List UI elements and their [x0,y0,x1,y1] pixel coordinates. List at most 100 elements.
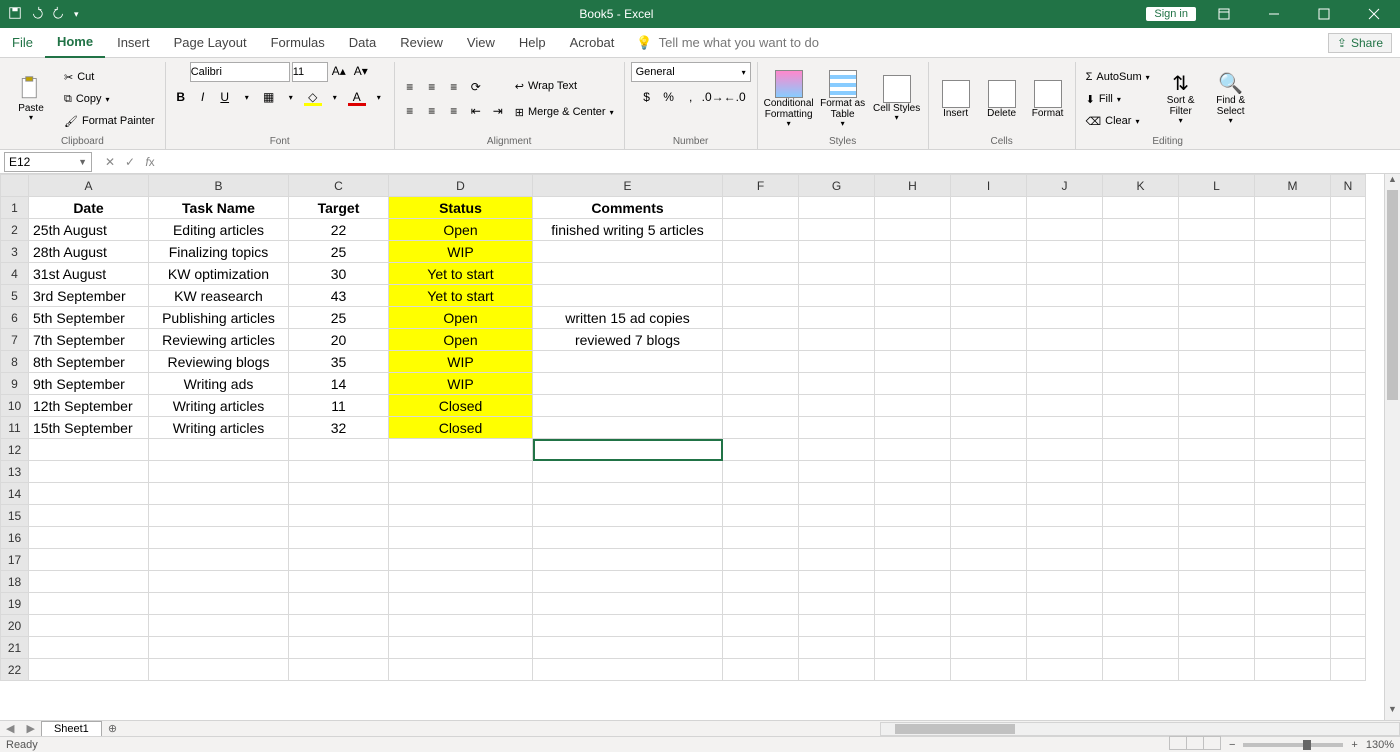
cell-A7[interactable]: 7th September [29,329,149,351]
cell-H19[interactable] [875,593,951,615]
align-top-icon[interactable]: ≡ [401,78,419,96]
col-header-B[interactable]: B [149,175,289,197]
cell-H9[interactable] [875,373,951,395]
cell-G15[interactable] [799,505,875,527]
cell-N9[interactable] [1331,373,1366,395]
cell-M1[interactable] [1255,197,1331,219]
fill-button[interactable]: ⬇Fill▾ [1082,89,1154,109]
cell-C22[interactable] [289,659,389,681]
row-header-8[interactable]: 8 [1,351,29,373]
row-header-10[interactable]: 10 [1,395,29,417]
col-header-N[interactable]: N [1331,175,1366,197]
cell-I9[interactable] [951,373,1027,395]
cell-G21[interactable] [799,637,875,659]
cell-H8[interactable] [875,351,951,373]
cell-B15[interactable] [149,505,289,527]
cell-E22[interactable] [533,659,723,681]
cell-F21[interactable] [723,637,799,659]
cell-L5[interactable] [1179,285,1255,307]
cell-D22[interactable] [389,659,533,681]
cell-G6[interactable] [799,307,875,329]
row-header-7[interactable]: 7 [1,329,29,351]
row-header-19[interactable]: 19 [1,593,29,615]
zoom-thumb[interactable] [1303,740,1311,750]
cell-B8[interactable]: Reviewing blogs [149,351,289,373]
cell-J17[interactable] [1027,549,1103,571]
cell-G19[interactable] [799,593,875,615]
tab-pagelayout[interactable]: Page Layout [162,28,259,58]
cell-C6[interactable]: 25 [289,307,389,329]
cell-G18[interactable] [799,571,875,593]
view-buttons[interactable] [1170,736,1221,753]
cell-M5[interactable] [1255,285,1331,307]
cell-K15[interactable] [1103,505,1179,527]
pagelayout-view-icon[interactable] [1186,736,1204,750]
cell-A4[interactable]: 31st August [29,263,149,285]
cell-C7[interactable]: 20 [289,329,389,351]
cell-J16[interactable] [1027,527,1103,549]
cell-L17[interactable] [1179,549,1255,571]
save-icon[interactable] [8,6,22,23]
cell-M11[interactable] [1255,417,1331,439]
horizontal-scrollbar[interactable] [880,722,1400,736]
cell-M6[interactable] [1255,307,1331,329]
cell-C19[interactable] [289,593,389,615]
cell-H5[interactable] [875,285,951,307]
cell-H14[interactable] [875,483,951,505]
cell-G2[interactable] [799,219,875,241]
comma-icon[interactable]: , [682,88,700,106]
inc-decimal-icon[interactable]: .0→ [704,88,722,106]
cell-I8[interactable] [951,351,1027,373]
cell-C1[interactable]: Target [289,197,389,219]
cell-M15[interactable] [1255,505,1331,527]
cell-C12[interactable] [289,439,389,461]
cell-H22[interactable] [875,659,951,681]
delete-cells-button[interactable]: Delete [981,64,1023,134]
col-header-L[interactable]: L [1179,175,1255,197]
sheet-nav-next-icon[interactable]: ▶ [20,722,40,735]
cell-B12[interactable] [149,439,289,461]
cell-A6[interactable]: 5th September [29,307,149,329]
cell-N11[interactable] [1331,417,1366,439]
cell-H17[interactable] [875,549,951,571]
cell-A8[interactable]: 8th September [29,351,149,373]
cell-D8[interactable]: WIP [389,351,533,373]
cell-E2[interactable]: finished writing 5 articles [533,219,723,241]
cell-K4[interactable] [1103,263,1179,285]
cell-C17[interactable] [289,549,389,571]
cell-F4[interactable] [723,263,799,285]
cell-H10[interactable] [875,395,951,417]
cell-F3[interactable] [723,241,799,263]
row-header-2[interactable]: 2 [1,219,29,241]
cell-K1[interactable] [1103,197,1179,219]
cell-M13[interactable] [1255,461,1331,483]
row-header-13[interactable]: 13 [1,461,29,483]
close-button[interactable] [1352,0,1396,28]
cell-A9[interactable]: 9th September [29,373,149,395]
format-as-table-button[interactable]: Format as Table▾ [818,64,868,134]
select-all-corner[interactable] [1,175,29,197]
zoom-slider[interactable] [1243,743,1343,747]
cell-B3[interactable]: Finalizing topics [149,241,289,263]
cell-L3[interactable] [1179,241,1255,263]
cell-D4[interactable]: Yet to start [389,263,533,285]
cell-H6[interactable] [875,307,951,329]
cell-N3[interactable] [1331,241,1366,263]
cell-I13[interactable] [951,461,1027,483]
col-header-C[interactable]: C [289,175,389,197]
sheet-nav-prev-icon[interactable]: ◀ [0,722,20,735]
cell-J12[interactable] [1027,439,1103,461]
cell-D16[interactable] [389,527,533,549]
share-button[interactable]: ⇪ Share [1328,33,1392,53]
cell-D7[interactable]: Open [389,329,533,351]
cell-J9[interactable] [1027,373,1103,395]
fontcolor-dropdown-icon[interactable]: ▾ [370,88,388,106]
cell-L2[interactable] [1179,219,1255,241]
cell-H15[interactable] [875,505,951,527]
zoom-in-button[interactable]: + [1351,739,1357,751]
cell-F18[interactable] [723,571,799,593]
cell-L10[interactable] [1179,395,1255,417]
cell-N14[interactable] [1331,483,1366,505]
row-header-14[interactable]: 14 [1,483,29,505]
cell-D13[interactable] [389,461,533,483]
